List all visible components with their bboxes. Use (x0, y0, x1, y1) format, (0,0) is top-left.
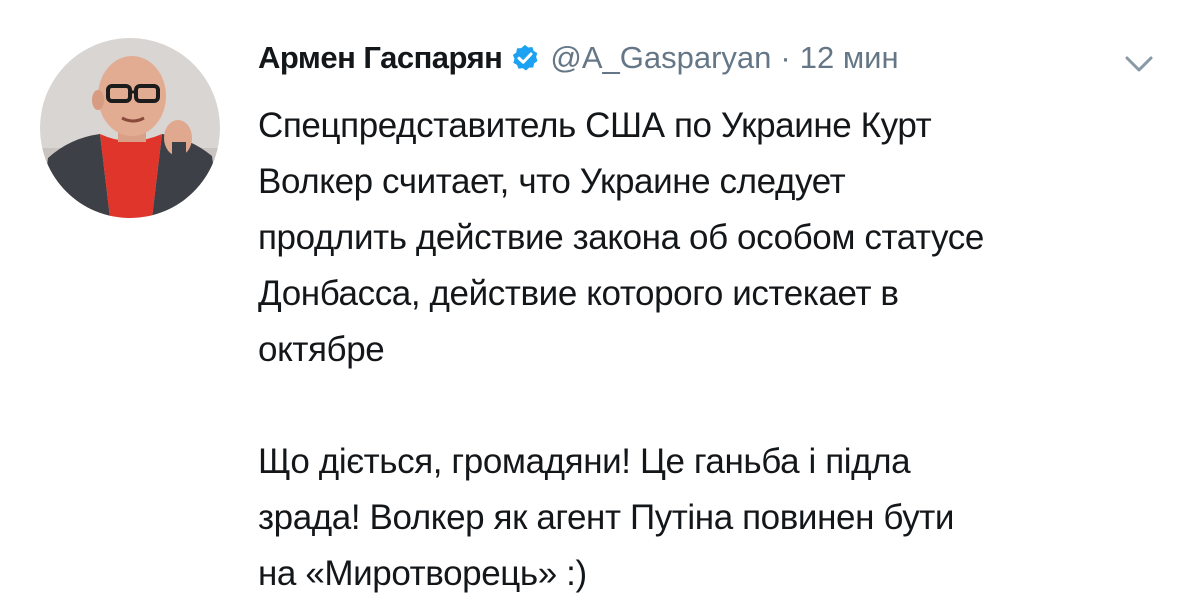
tweet-text-line: октябре (258, 330, 385, 369)
tweet-text-line: на «Миротворець» :) (258, 554, 587, 593)
display-name[interactable]: Армен Гаспарян (258, 40, 503, 76)
tweet-text-line: Волкер считает, что Украине следует (258, 162, 846, 201)
tweet-header: Армен Гаспарян @A_Gasparyan · 12 мин (258, 30, 899, 86)
avatar[interactable] (40, 38, 220, 218)
tweet-timestamp[interactable]: 12 мин (800, 40, 899, 76)
chevron-down-icon[interactable] (1122, 52, 1156, 76)
tweet-text-line: Що діється, громадяни! Це ганьба і підла (258, 442, 911, 481)
tweet-card: Армен Гаспарян @A_Gasparyan · 12 мин Спе… (0, 0, 1200, 598)
verified-badge-icon (510, 43, 540, 73)
tweet-text-line: Донбасса, действие которого истекает в (258, 274, 899, 313)
tweet-text: Спецпредставитель США по Украине Курт Во… (258, 98, 1178, 602)
tweet-text-line: продлить действие закона об особом стату… (258, 218, 984, 257)
header-separator: · (780, 40, 791, 75)
avatar-photo (40, 38, 220, 218)
tweet-text-line: Спецпредставитель США по Украине Курт (258, 106, 932, 145)
tweet-text-line: зрада! Волкер як агент Путіна повинен бу… (258, 498, 955, 537)
user-handle[interactable]: @A_Gasparyan (550, 40, 771, 76)
